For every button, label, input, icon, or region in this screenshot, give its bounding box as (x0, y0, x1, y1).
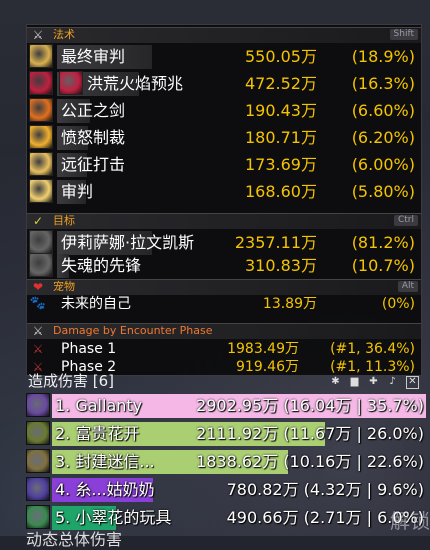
meter-footer-title[interactable]: 动态总体伤害 (26, 526, 122, 550)
player-damage: 2902.95万 (16.04万 | 35.7%) (196, 396, 424, 415)
checkmark-icon: ✓ (32, 214, 44, 228)
document-icon[interactable]: ▆ (349, 376, 360, 387)
section-header: ⚔ Damage by Encounter Phase (27, 323, 421, 339)
breakdown-row[interactable]: 远征打击 173.69万 (6.00%) (27, 151, 421, 178)
player-name: 4. 糸...姑奶奶 (55, 480, 155, 499)
row-percent: (10.7%) (351, 256, 415, 275)
spell-icon (29, 152, 53, 176)
class-spec-icon (26, 421, 50, 445)
breakdown-row[interactable]: 审判 168.60万 (5.80%) (27, 178, 421, 205)
breakdown-row[interactable]: 最终审判 550.05万 (18.9%) (27, 43, 421, 70)
crossed-swords-icon: ⚔ (32, 28, 44, 42)
modifier-key-hint: Ctrl (393, 215, 418, 226)
row-value: 13.89万 (262, 296, 317, 312)
row-value: 550.05万 (245, 47, 317, 66)
breakdown-tooltip: ⚔ 法术 Shift 最终审判 550.05万 (18.9%) 洪荒火焰预兆 472.52万 (… (26, 24, 422, 376)
row-name: 审判 (61, 182, 94, 201)
spell-icon (29, 98, 53, 122)
row-value: 472.52万 (245, 74, 317, 93)
modifier-key-hint: Shift (389, 29, 418, 40)
player-name: 3. 封建迷信... (55, 452, 155, 471)
target-sword-icon (29, 253, 53, 277)
row-name: 失魂的先锋 (61, 256, 142, 275)
spell-icon (29, 71, 53, 95)
section-title: 法术 (53, 28, 75, 41)
paw-icon: 🐾 (29, 296, 47, 311)
meter-toolbar: ✱ ▆ ✚ ♪ ✕ (330, 376, 426, 390)
player-name: 2. 富贵花开 (55, 424, 140, 443)
row-value: 190.43万 (245, 101, 317, 120)
spell-icon (29, 44, 53, 68)
close-icon[interactable]: ✕ (406, 376, 419, 389)
row-percent: (6.00%) (351, 155, 415, 174)
section-title: 目标 (53, 214, 75, 227)
row-name: 未来的自己 (61, 296, 131, 312)
spell-icon (59, 71, 83, 95)
row-value: 168.60万 (245, 182, 317, 201)
player-damage: 780.82万 (4.32万 | 9.6%) (226, 480, 424, 499)
breakdown-row[interactable]: 失魂的先锋 310.83万 (10.7%) (27, 252, 421, 279)
row-name: Phase 1 (61, 341, 117, 357)
crossed-swords-icon: ⚔ (32, 324, 44, 338)
row-percent: (16.3%) (351, 74, 415, 93)
modifier-key-hint: Alt (397, 281, 418, 292)
watermark-text: 解锁 (390, 509, 430, 533)
class-spec-icon (26, 477, 50, 501)
row-name: 最终审判 (61, 47, 126, 66)
section-header: ❤ 宠物 Alt (27, 279, 421, 295)
row-name: 愤怒制裁 (61, 128, 126, 147)
section-title: 宠物 (53, 280, 75, 293)
meter-row[interactable]: 1. Gallanty 2902.95万 (16.04万 | 35.7%) (26, 393, 426, 419)
row-percent: (5.80%) (351, 182, 415, 201)
row-value: 1983.49万 (227, 341, 299, 357)
row-name: 远征打击 (61, 155, 126, 174)
section-title: Damage by Encounter Phase (53, 324, 213, 337)
meter-row[interactable]: 3. 封建迷信... 1838.62万 (10.16万 | 22.6%) (26, 449, 426, 475)
breakdown-row[interactable]: 洪荒火焰预兆 472.52万 (16.3%) (27, 70, 421, 97)
spell-icon (29, 125, 53, 149)
row-value: 180.71万 (245, 128, 317, 147)
breakdown-row[interactable]: 公正之剑 190.43万 (6.60%) (27, 97, 421, 124)
row-percent: (0%) (381, 296, 415, 312)
row-percent: (6.60%) (351, 101, 415, 120)
row-name: 洪荒火焰预兆 (87, 74, 184, 93)
gear-icon[interactable]: ✱ (330, 376, 341, 387)
heart-icon: ❤ (32, 280, 44, 294)
row-percent: (6.20%) (351, 128, 415, 147)
report-icon[interactable]: ♪ (387, 376, 398, 387)
row-percent: (#1, 36.4%) (330, 341, 415, 357)
breakdown-row[interactable]: 愤怒制裁 180.71万 (6.20%) (27, 124, 421, 151)
class-spec-icon (26, 449, 50, 473)
meter-row[interactable]: 2. 富贵花开 2111.92万 (11.67万 | 26.0%) (26, 421, 426, 447)
player-damage: 2111.92万 (11.67万 | 26.0%) (196, 424, 424, 443)
meter-row[interactable]: 4. 糸...姑奶奶 780.82万 (4.32万 | 9.6%) (26, 477, 426, 503)
class-spec-icon (26, 393, 50, 417)
breakdown-row[interactable]: ⚔ Phase 1 1983.49万 (#1, 36.4%) (27, 340, 421, 358)
target-sword-icon (29, 230, 53, 254)
spell-icon (29, 179, 53, 203)
crossed-swords-icon: ⚔ (32, 342, 44, 356)
row-percent: (18.9%) (351, 47, 415, 66)
player-name: 1. Gallanty (55, 396, 143, 415)
meter-title[interactable]: 造成伤害 [6] (28, 373, 114, 389)
pin-icon[interactable]: ✚ (368, 376, 379, 387)
section-header: ✓ 目标 Ctrl (27, 213, 421, 229)
row-value: 173.69万 (245, 155, 317, 174)
section-header: ⚔ 法术 Shift (27, 27, 421, 43)
breakdown-row[interactable]: 🐾 未来的自己 13.89万 (0%) (27, 295, 421, 313)
row-value: 919.46万 (236, 359, 299, 375)
row-name: 公正之剑 (61, 101, 126, 120)
row-value: 310.83万 (245, 256, 317, 275)
player-damage: 1838.62万 (10.16万 | 22.6%) (196, 452, 424, 471)
row-percent: (#1, 11.3%) (330, 359, 415, 375)
